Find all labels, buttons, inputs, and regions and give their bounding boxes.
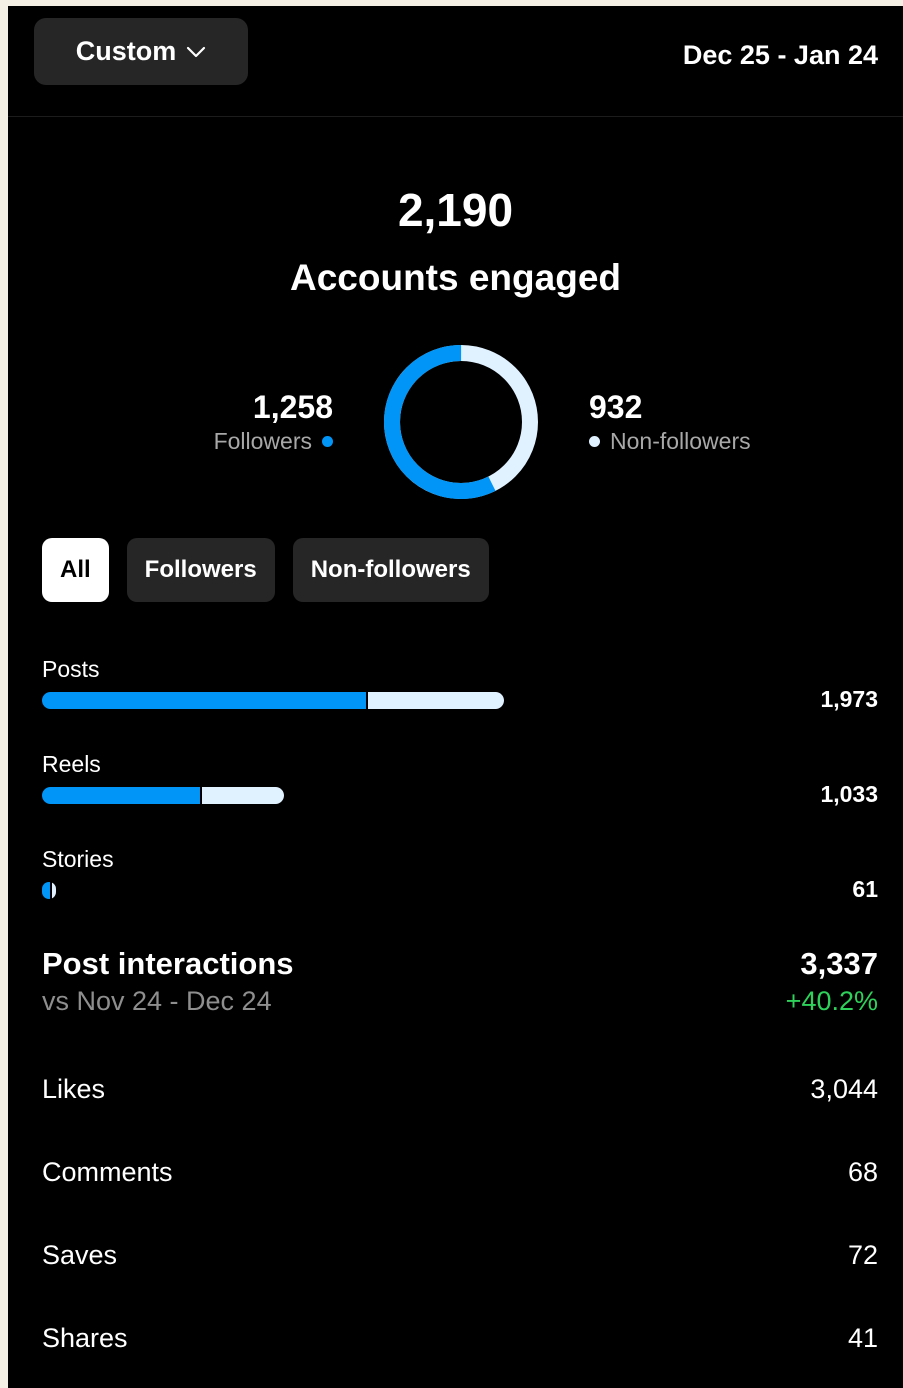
stories-bar (42, 882, 56, 899)
nonfollowers-count: 932 (589, 389, 643, 425)
content-row-stories: Stories 61 (42, 846, 878, 916)
insights-screen: Custom Dec 25 - Jan 24 2,190 Accounts en… (8, 6, 903, 1388)
content-row-reels: Reels 1,033 (42, 751, 878, 821)
metric-row-shares: Shares 41 (42, 1323, 878, 1363)
followers-label: Followers (213, 428, 312, 454)
content-value: 1,033 (820, 781, 878, 807)
post-interactions-total: 3,337 (800, 946, 878, 981)
header: Custom Dec 25 - Jan 24 (8, 6, 903, 117)
metric-label: Likes (42, 1074, 106, 1104)
posts-bar (42, 692, 504, 709)
accounts-engaged-total: 2,190 (397, 184, 514, 236)
metric-value: 72 (847, 1240, 878, 1270)
date-range-text: Dec 25 - Jan 24 (682, 40, 878, 70)
nonfollowers-legend-dot (589, 435, 600, 447)
audience-filter: All Followers Non-followers (42, 538, 489, 602)
content-value: 1,973 (820, 686, 878, 712)
metric-value: 41 (847, 1323, 878, 1353)
bar-followers-segment (42, 882, 50, 899)
bar-nonfollowers-segment (368, 692, 504, 709)
bar-nonfollowers-segment (52, 882, 56, 899)
content-label: Reels (42, 751, 101, 777)
reels-bar (42, 787, 284, 804)
content-label: Posts (42, 656, 100, 682)
metric-value: 68 (847, 1157, 878, 1187)
content-value: 61 (852, 876, 878, 902)
nonfollowers-label: Non-followers (610, 428, 751, 454)
post-interactions-change: +40.2% (785, 986, 878, 1016)
metric-value: 3,044 (810, 1074, 878, 1104)
date-range-dropdown[interactable]: Custom (34, 18, 248, 85)
metric-label: Saves (42, 1240, 118, 1270)
followers-donut-chart (384, 345, 538, 499)
date-range-dropdown-label: Custom (75, 36, 177, 66)
filter-followers[interactable]: Followers (126, 538, 275, 602)
post-interactions-comparison: vs Nov 24 - Dec 24 (42, 986, 272, 1016)
metric-row-saves: Saves 72 (42, 1240, 878, 1280)
filter-all[interactable]: All (42, 538, 109, 602)
metric-row-likes: Likes 3,044 (42, 1074, 878, 1114)
metric-label: Comments (42, 1157, 173, 1187)
donut-followers-arc (384, 345, 538, 499)
filter-nonfollowers[interactable]: Non-followers (292, 538, 489, 602)
content-row-posts: Posts 1,973 (42, 656, 878, 726)
followers-stat: 1,258 Followers (214, 388, 333, 456)
post-interactions-title: Post interactions (42, 946, 294, 981)
metric-label: Shares (42, 1323, 128, 1353)
chevron-down-icon (186, 46, 206, 58)
bar-nonfollowers-segment (202, 787, 284, 804)
metric-row-comments: Comments 68 (42, 1157, 878, 1197)
bar-followers-segment (42, 692, 366, 709)
content-label: Stories (42, 846, 114, 872)
followers-count: 1,258 (252, 389, 333, 425)
followers-legend-dot (322, 435, 333, 447)
nonfollowers-stat: 932 Non-followers (589, 388, 751, 456)
bar-followers-segment (42, 787, 200, 804)
accounts-engaged-label: Accounts engaged (290, 257, 621, 298)
